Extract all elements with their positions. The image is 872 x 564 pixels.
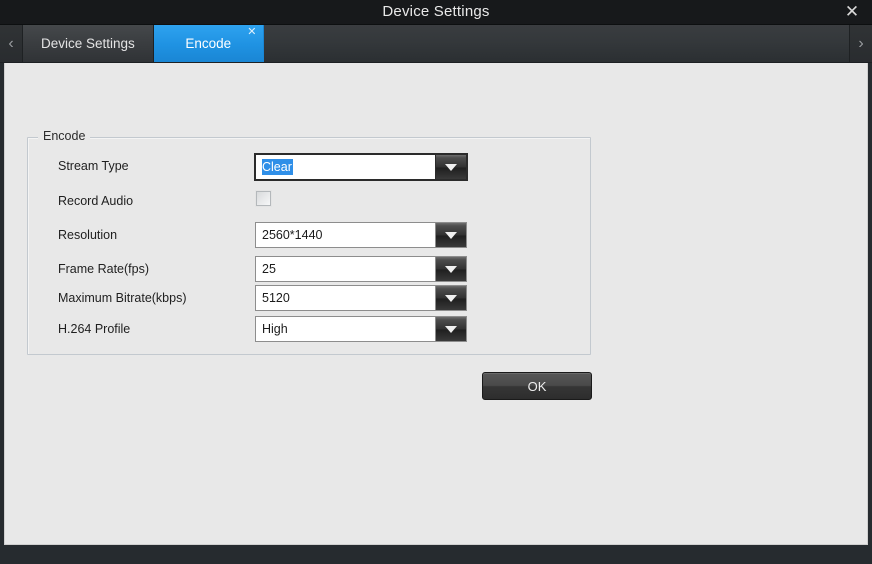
chevron-down-icon[interactable] bbox=[435, 155, 466, 179]
stream-type-combobox[interactable]: Clear bbox=[254, 153, 468, 181]
label-maximum-bitrate: Maximum Bitrate(kbps) bbox=[58, 291, 187, 305]
stream-type-selected-text: Clear bbox=[262, 159, 293, 175]
window-title: Device Settings bbox=[382, 3, 490, 20]
close-icon[interactable]: ✕ bbox=[838, 0, 866, 24]
h264-profile-combobox[interactable]: High bbox=[255, 316, 467, 342]
tab-scroll-left-icon[interactable]: ‹ bbox=[0, 25, 23, 62]
tab-label: Device Settings bbox=[41, 36, 135, 51]
chevron-down-icon[interactable] bbox=[435, 317, 466, 341]
chevron-down-icon[interactable] bbox=[435, 257, 466, 281]
device-settings-window: Device Settings ✕ ‹ Device Settings Enco… bbox=[0, 0, 872, 564]
chevron-down-icon[interactable] bbox=[435, 286, 466, 310]
tab-device-settings[interactable]: Device Settings bbox=[23, 25, 154, 62]
record-audio-checkbox[interactable] bbox=[256, 191, 271, 206]
frame-rate-value[interactable]: 25 bbox=[256, 257, 435, 281]
row-h264-profile: H.264 Profile High bbox=[28, 316, 590, 346]
titlebar: Device Settings ✕ bbox=[0, 0, 872, 25]
frame-rate-combobox[interactable]: 25 bbox=[255, 256, 467, 282]
resolution-value[interactable]: 2560*1440 bbox=[256, 223, 435, 247]
tab-list: Device Settings Encode ✕ bbox=[23, 25, 264, 62]
stream-type-value[interactable]: Clear bbox=[256, 155, 435, 179]
maximum-bitrate-combobox[interactable]: 5120 bbox=[255, 285, 467, 311]
label-h264-profile: H.264 Profile bbox=[58, 322, 131, 336]
row-stream-type: Stream Type Clear bbox=[28, 153, 590, 183]
row-maximum-bitrate: Maximum Bitrate(kbps) 5120 bbox=[28, 285, 590, 315]
row-frame-rate: Frame Rate(fps) 25 bbox=[28, 256, 590, 286]
label-resolution: Resolution bbox=[58, 228, 118, 242]
row-record-audio: Record Audio bbox=[28, 188, 590, 218]
ok-button[interactable]: OK bbox=[482, 372, 592, 400]
encode-group-legend: Encode bbox=[38, 129, 91, 143]
encode-group: Encode Stream Type Clear Record Audio Re… bbox=[27, 129, 591, 355]
tab-label: Encode bbox=[185, 36, 232, 51]
resolution-combobox[interactable]: 2560*1440 bbox=[255, 222, 467, 248]
row-resolution: Resolution 2560*1440 bbox=[28, 222, 590, 252]
tab-scroll-right-icon[interactable]: › bbox=[849, 25, 872, 62]
label-frame-rate: Frame Rate(fps) bbox=[58, 262, 149, 276]
content-panel: Encode Stream Type Clear Record Audio Re… bbox=[4, 63, 868, 545]
tab-close-icon[interactable]: ✕ bbox=[245, 26, 259, 40]
tab-bar: ‹ Device Settings Encode ✕ › bbox=[0, 25, 872, 63]
label-stream-type: Stream Type bbox=[58, 159, 129, 173]
h264-profile-value[interactable]: High bbox=[256, 317, 435, 341]
chevron-down-icon[interactable] bbox=[435, 223, 466, 247]
label-record-audio: Record Audio bbox=[58, 194, 134, 208]
window-bottom-strip bbox=[0, 545, 872, 564]
maximum-bitrate-value[interactable]: 5120 bbox=[256, 286, 435, 310]
tab-encode[interactable]: Encode ✕ bbox=[153, 25, 264, 62]
